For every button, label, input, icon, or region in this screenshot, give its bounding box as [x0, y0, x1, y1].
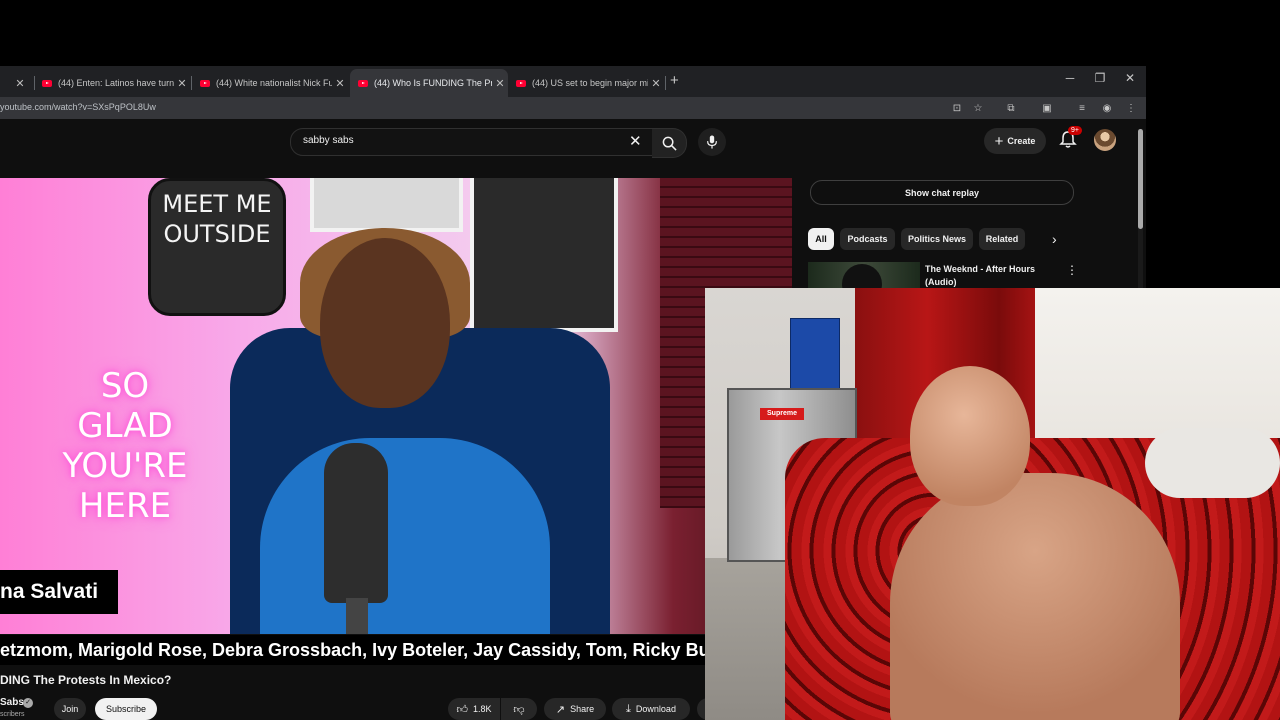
voice-search-button[interactable]: [698, 128, 726, 156]
tab-1[interactable]: (44) Enten: Latinos have turned ✕: [34, 69, 190, 97]
tab-4[interactable]: (44) US set to begin major milit ✕: [508, 69, 664, 97]
verified-check-icon: ✓: [23, 698, 33, 708]
microphone-icon: [707, 135, 717, 149]
search-input[interactable]: sabby sabs: [303, 135, 354, 146]
close-tab-icon[interactable]: ✕: [174, 77, 190, 90]
install-app-icon[interactable]: ⊡: [950, 101, 964, 115]
scrollbar-thumb[interactable]: [1138, 129, 1143, 229]
search-button[interactable]: [652, 128, 687, 158]
close-tab-icon[interactable]: ✕: [332, 77, 348, 90]
extensions-icon[interactable]: ⧉: [1004, 101, 1018, 115]
subscribe-button[interactable]: Subscribe: [95, 698, 157, 720]
youtube-header: sabby sabs ✕ + Create 9+: [0, 119, 1146, 164]
close-tab-icon[interactable]: ✕: [648, 77, 664, 90]
tab-title: (44) Who Is FUNDING The Prot: [374, 78, 492, 88]
download-button[interactable]: ⤓ Download: [612, 698, 690, 720]
share-arrow-icon: ↗: [555, 703, 566, 716]
share-button[interactable]: ↗ Share: [544, 698, 606, 720]
new-tab-button[interactable]: +: [670, 72, 679, 89]
minimize-button[interactable]: ─: [1055, 71, 1085, 85]
tab-title: (44) White nationalist Nick Fuen: [216, 78, 332, 88]
menu-kebab-icon[interactable]: ⋮: [1124, 101, 1138, 115]
tab-title: (44) Enten: Latinos have turned: [58, 78, 174, 88]
recommendation-title[interactable]: The Weeknd - After Hours (Audio): [925, 263, 1055, 289]
tab-2[interactable]: (44) White nationalist Nick Fuen ✕: [192, 69, 348, 97]
fridge-sticker: Supreme: [760, 408, 804, 420]
channel-name[interactable]: Sabs: [0, 697, 24, 708]
dislike-button[interactable]: 👎︎: [501, 698, 537, 720]
tab-strip: ✕ (44) Enten: Latinos have turned ✕ (44)…: [0, 66, 1146, 97]
ticker-text: etzmom, Marigold Rose, Debra Grossbach, …: [0, 640, 710, 660]
podcast-microphone: [324, 443, 388, 603]
address-bar: youtube.com/watch?v=SXsPqPOL8Uw ⊡ ☆ ⧉ ▣ …: [0, 97, 1146, 119]
thumbs-down-icon: 👎︎: [513, 703, 525, 716]
video-title: DING The Protests In Mexico?: [0, 673, 172, 687]
supporter-ticker: etzmom, Marigold Rose, Debra Grossbach, …: [0, 635, 792, 665]
show-chat-replay-button[interactable]: Show chat replay: [810, 180, 1074, 205]
neon-sign: SO GLAD YOU'RE HERE: [62, 366, 188, 526]
media-controls-icon[interactable]: ≡: [1075, 101, 1089, 115]
thumbs-up-icon: 👍︎: [456, 703, 468, 716]
tab-3-active[interactable]: (44) Who Is FUNDING The Prot ✕: [350, 69, 508, 97]
search-box[interactable]: sabby sabs ✕: [290, 128, 654, 156]
bookmark-star-icon[interactable]: ☆: [971, 101, 985, 115]
webcam-person-body: [890, 473, 1180, 720]
close-tab-icon[interactable]: ✕: [12, 77, 28, 90]
like-button[interactable]: 👍︎ 1.8K: [448, 698, 500, 720]
beer-box: [790, 318, 840, 390]
search-icon: [662, 136, 677, 151]
chip-all[interactable]: All: [808, 228, 834, 250]
wall-poster: [310, 178, 463, 232]
download-icon: ⤓: [626, 702, 631, 715]
close-tab-icon[interactable]: ✕: [492, 77, 508, 90]
create-button[interactable]: + Create: [984, 128, 1046, 154]
youtube-favicon-icon: [358, 79, 368, 87]
profile-icon[interactable]: ◉: [1100, 101, 1114, 115]
chip-related[interactable]: Related: [979, 228, 1025, 250]
like-count: 1.8K: [472, 704, 492, 714]
more-vert-icon[interactable]: ⋮: [1066, 263, 1078, 277]
join-button[interactable]: Join: [54, 698, 86, 720]
download-label: Download: [635, 704, 676, 714]
lower-third-name: na Salvati: [0, 580, 99, 603]
pillow: [1145, 428, 1280, 498]
side-panel-icon[interactable]: ▣: [1040, 101, 1054, 115]
notification-badge: 9+: [1068, 126, 1082, 135]
youtube-favicon-icon: [42, 79, 52, 87]
lower-third-nameplate: na Salvati: [0, 570, 118, 614]
subscriber-count: scribers: [0, 711, 25, 718]
chip-podcasts[interactable]: Podcasts: [840, 228, 895, 250]
restore-button[interactable]: ❐: [1085, 71, 1115, 85]
webcam-person-head: [910, 366, 1030, 506]
clear-search-icon[interactable]: ✕: [629, 132, 642, 150]
video-player[interactable]: MEET ME OUTSIDE SO GLAD YOU'RE HERE na S…: [0, 178, 792, 634]
create-label: Create: [1007, 136, 1036, 146]
host-figure: [260, 228, 550, 634]
youtube-favicon-icon: [200, 79, 210, 87]
url-field[interactable]: youtube.com/watch?v=SXsPqPOL8Uw: [0, 102, 156, 112]
chevron-right-icon[interactable]: ›: [1052, 231, 1057, 247]
close-window-button[interactable]: ✕: [1115, 71, 1145, 85]
microphone-stand: [346, 598, 368, 634]
plus-icon: +: [994, 132, 1004, 150]
tab-title: (44) US set to begin major milit: [532, 78, 648, 88]
tab-partial[interactable]: ✕: [0, 69, 34, 97]
share-label: Share: [570, 704, 595, 714]
youtube-favicon-icon: [516, 79, 526, 87]
account-avatar[interactable]: [1094, 129, 1116, 151]
chip-politics-news[interactable]: Politics News: [901, 228, 973, 250]
recommendation-thumbnail[interactable]: [808, 262, 920, 288]
webcam-overlay: Supreme: [705, 288, 1280, 720]
